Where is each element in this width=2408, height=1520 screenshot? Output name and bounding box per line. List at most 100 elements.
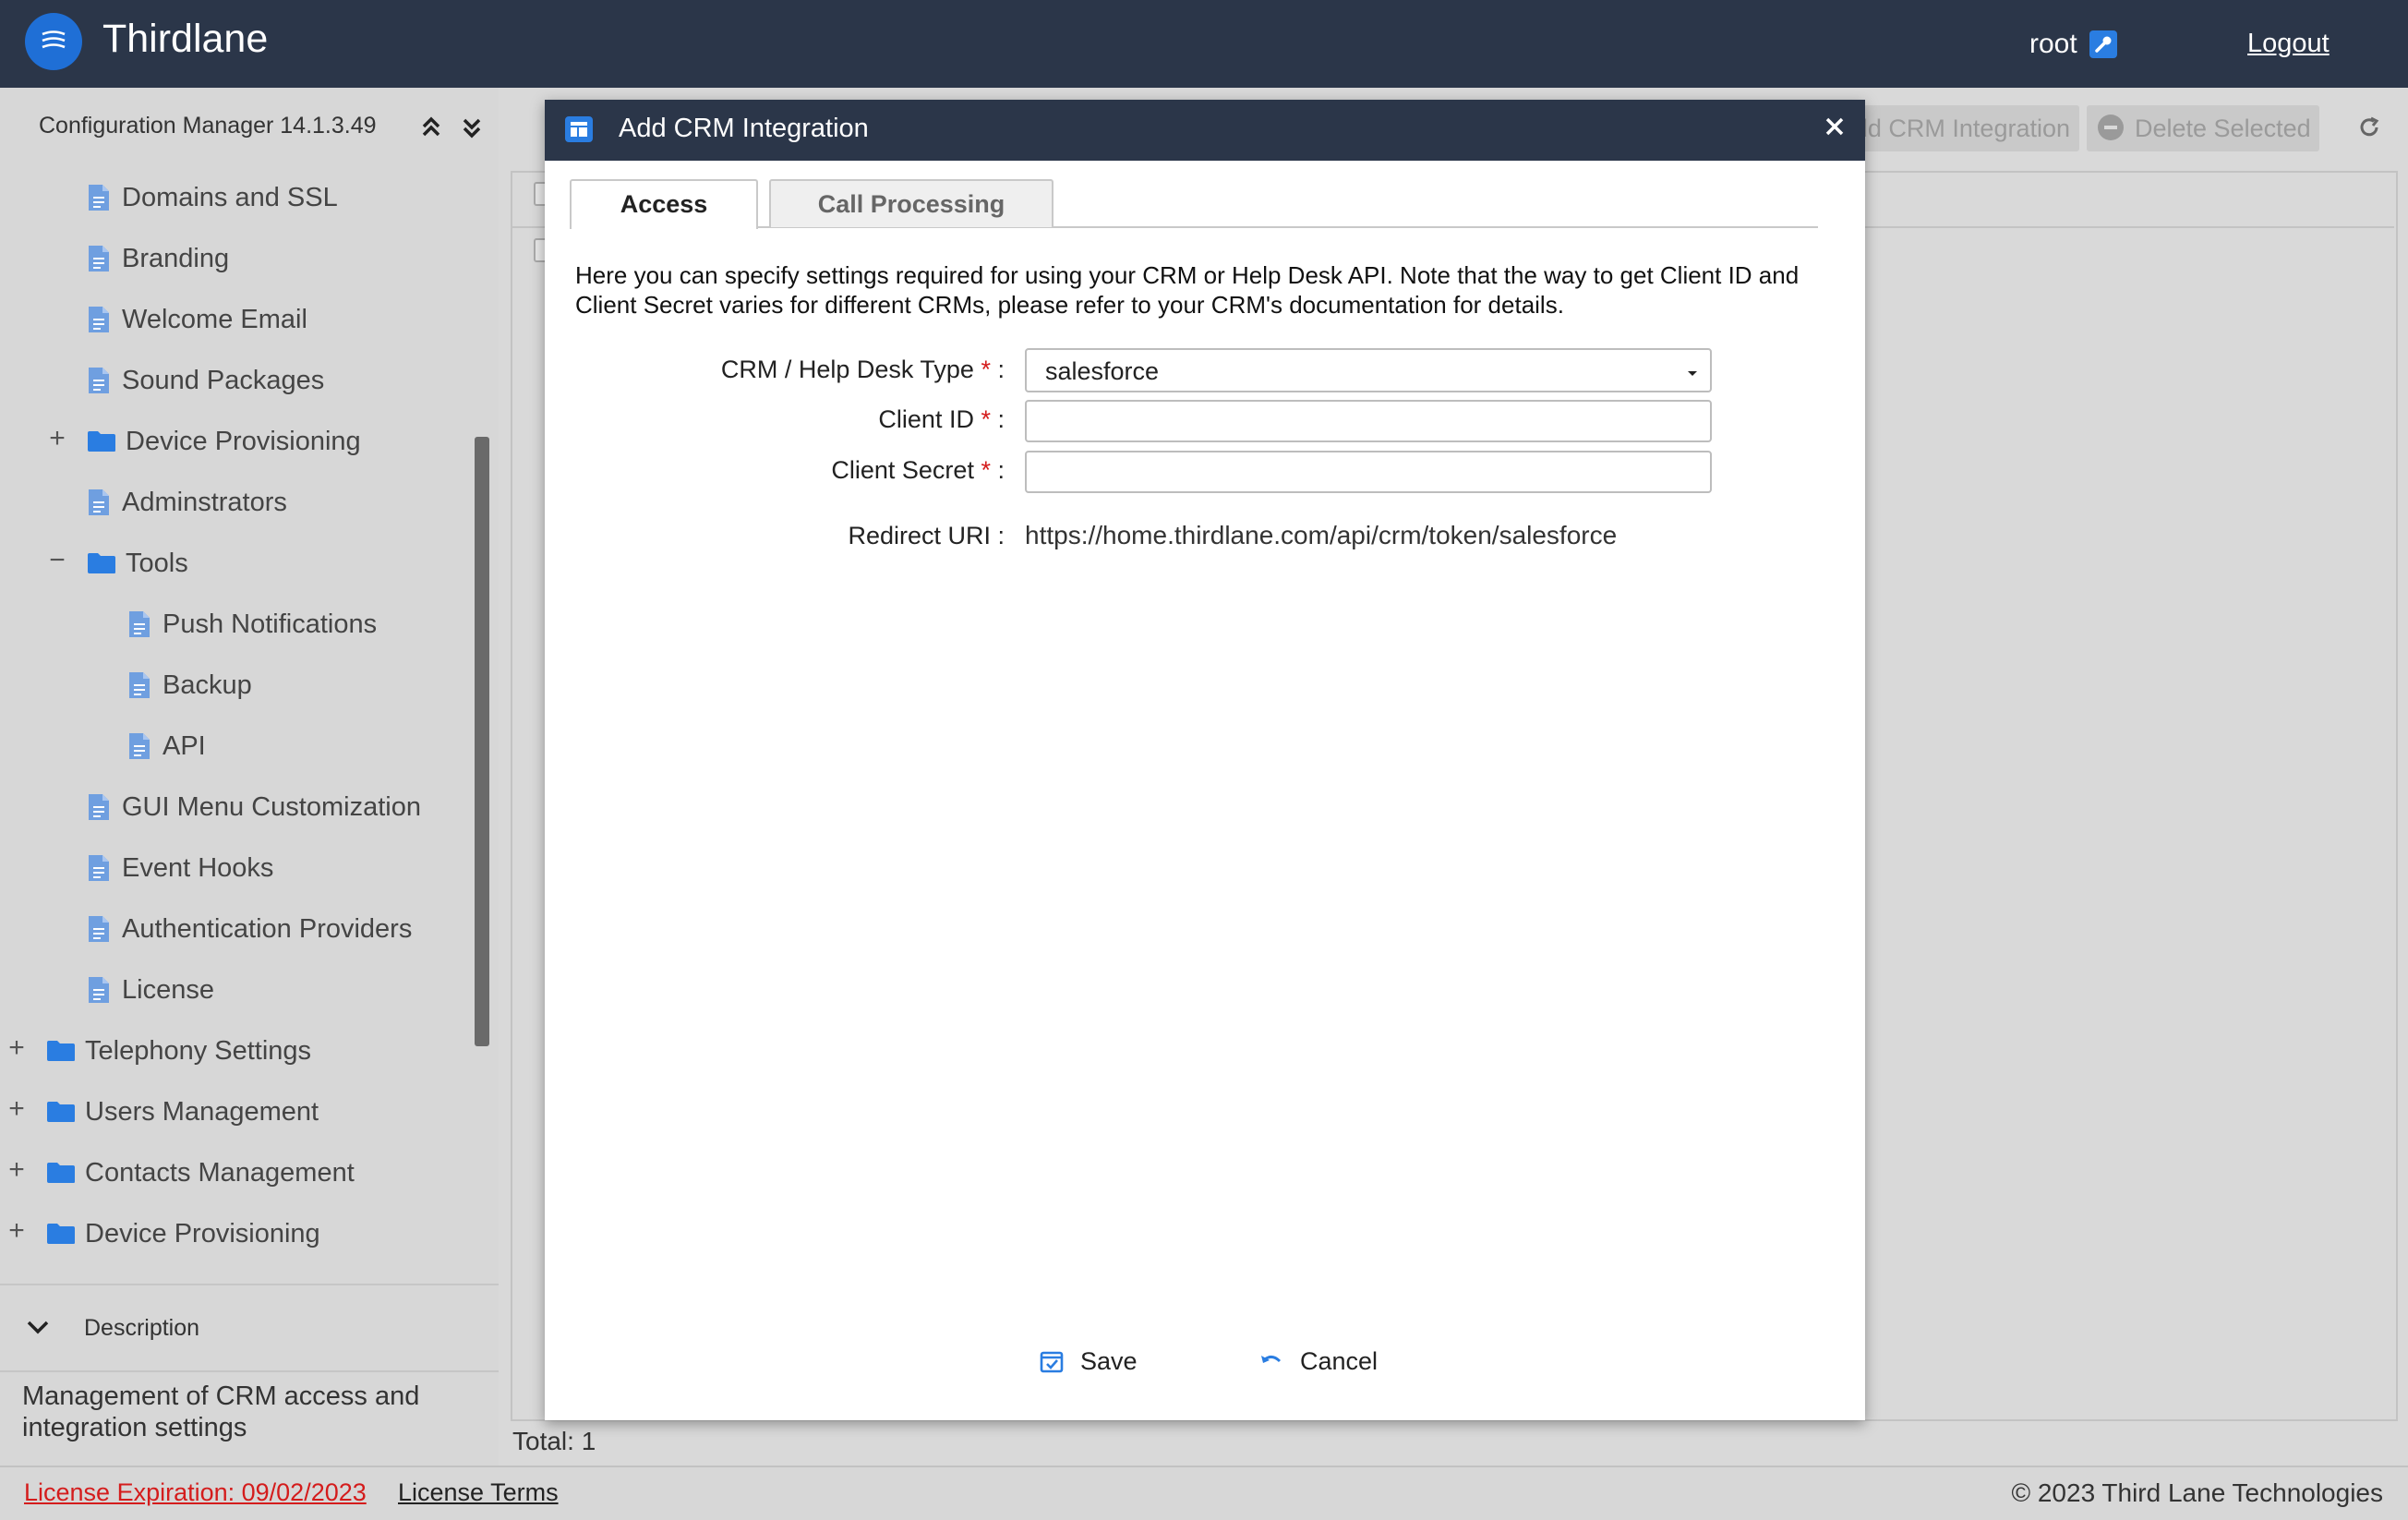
sidebar-item-label: Push Notifications (163, 609, 378, 639)
copyright-text: © 2023 Third Lane Technologies (2011, 1478, 2383, 1507)
collapse-all-icon[interactable] (417, 114, 445, 141)
client-secret-label: Client Secret * : (524, 456, 1005, 485)
add-crm-integration-dialog: Add CRM Integration Access Call Processi… (545, 100, 1865, 1420)
client-secret-input[interactable] (1025, 451, 1712, 493)
cancel-button[interactable]: Cancel (1258, 1341, 1378, 1381)
document-icon (127, 610, 163, 638)
expand-toggle-icon[interactable]: + (6, 1217, 28, 1245)
logout-link[interactable]: Logout (2247, 29, 2330, 59)
document-icon (127, 671, 163, 699)
sidebar-item-device-provisioning[interactable]: Device Provisioning (87, 418, 361, 464)
document-icon (87, 489, 122, 516)
folder-icon (46, 1101, 85, 1123)
document-icon (87, 367, 122, 394)
expand-toggle-icon[interactable]: + (46, 425, 68, 452)
document-icon (87, 306, 122, 333)
sidebar-item-push-notifications[interactable]: Push Notifications (127, 601, 377, 647)
tab-call-processing[interactable]: Call Processing (769, 179, 1054, 227)
admin-key-icon[interactable] (2089, 30, 2117, 58)
license-expiration-link[interactable]: License Expiration: 09/02/2023 (24, 1478, 367, 1507)
client-id-label: Client ID * : (524, 405, 1005, 434)
folder-icon (87, 430, 126, 452)
sidebar-item-branding[interactable]: Branding (87, 235, 229, 282)
dialog-header[interactable]: Add CRM Integration (545, 100, 1865, 161)
description-label: Description (84, 1315, 200, 1341)
client-secret-label-text: Client Secret (831, 456, 974, 484)
tab-access[interactable]: Access (570, 179, 758, 229)
add-button-label: Add CRM Integration (1836, 115, 2070, 142)
sidebar-item-welcome-email[interactable]: Welcome Email (87, 296, 307, 343)
document-icon (87, 976, 122, 1004)
sidebar-item-tools[interactable]: Tools (87, 540, 188, 586)
license-terms-link[interactable]: License Terms (398, 1478, 559, 1507)
expand-toggle-icon[interactable]: + (6, 1156, 28, 1184)
intro-text: Here you can specify settings required f… (575, 261, 1800, 319)
current-user: root (2029, 29, 2077, 59)
delete-selected-button[interactable]: Delete Selected (2087, 105, 2319, 151)
folder-icon (87, 552, 126, 574)
sidebar-item-backup[interactable]: Backup (127, 662, 252, 708)
client-id-input[interactable] (1025, 400, 1712, 442)
sidebar-item-event-hooks[interactable]: Event Hooks (87, 845, 273, 891)
chevron-down-icon (1688, 371, 1697, 376)
label-suffix: : (990, 356, 1005, 383)
sidebar-item-telephony-settings[interactable]: Telephony Settings (46, 1028, 311, 1074)
folder-icon (46, 1040, 85, 1062)
sidebar-item-label: Welcome Email (122, 304, 307, 334)
sidebar-item-label: Authentication Providers (122, 913, 413, 944)
document-icon (87, 854, 122, 882)
chevron-down-icon[interactable] (26, 1319, 50, 1335)
folder-icon (46, 1223, 85, 1245)
sidebar-item-authentication-providers[interactable]: Authentication Providers (87, 906, 412, 952)
app-name: Thirdlane (102, 17, 269, 61)
dialog-title: Add CRM Integration (619, 114, 869, 143)
label-suffix: : (990, 405, 1005, 433)
expand-toggle-icon[interactable]: + (6, 1095, 28, 1123)
sidebar-item-users-management[interactable]: Users Management (46, 1089, 319, 1135)
sidebar-item-adminstrators[interactable]: Adminstrators (87, 479, 287, 525)
document-icon (87, 184, 122, 211)
required-mark: * (981, 405, 991, 433)
description-text: Management of CRM access and integration… (22, 1381, 420, 1442)
add-crm-integration-button[interactable]: Add CRM Integration (1828, 105, 2079, 151)
navigation-tree: Domains and SSL Branding Welcome Email Soun… (0, 167, 465, 1285)
redirect-uri-value: https://home.thirdlane.com/api/crm/token… (1025, 521, 1618, 549)
sidebar-item-label: Telephony Settings (85, 1035, 312, 1066)
sidebar-item-label: Backup (163, 670, 252, 700)
document-icon (87, 915, 122, 943)
redirect-uri-label: Redirect URI : (848, 522, 1005, 549)
sidebar-item-sound-packages[interactable]: Sound Packages (87, 357, 324, 404)
close-icon[interactable] (1822, 114, 1848, 139)
sidebar-item-license[interactable]: License (87, 967, 214, 1013)
sidebar-item-label: Domains and SSL (122, 182, 338, 212)
thirdlane-logo-icon (25, 13, 82, 70)
sidebar-item-domains-and-ssl[interactable]: Domains and SSL (87, 175, 338, 221)
save-button[interactable]: Save (1040, 1341, 1138, 1381)
document-icon (127, 732, 163, 760)
top-header: Thirdlane root Logout (0, 0, 2408, 88)
refresh-icon[interactable] (2356, 115, 2382, 140)
document-icon (87, 793, 122, 821)
description-header[interactable]: Description (0, 1284, 499, 1372)
sidebar-item-label: API (163, 730, 206, 761)
expand-all-icon[interactable] (458, 114, 486, 141)
folder-icon (46, 1162, 85, 1184)
sidebar-item-label: Sound Packages (122, 365, 325, 395)
minus-circle-icon (2098, 114, 2124, 140)
sidebar-item-label: Device Provisioning (85, 1218, 320, 1249)
sidebar-item-contacts-management[interactable]: Contacts Management (46, 1150, 355, 1196)
sidebar-item-gui-menu-customization[interactable]: GUI Menu Customization (87, 784, 421, 830)
total-count: Total: 1 (512, 1427, 596, 1455)
sidebar-item-api[interactable]: API (127, 723, 206, 769)
sidebar-item-routing[interactable]: Routing (46, 1272, 177, 1285)
crm-type-select[interactable]: salesforce (1025, 348, 1712, 392)
required-mark: * (981, 456, 991, 484)
collapse-toggle-icon[interactable]: − (46, 547, 68, 574)
sidebar-item-label: License (122, 974, 214, 1005)
save-label: Save (1080, 1346, 1138, 1375)
sidebar-item-device-provisioning[interactable]: Device Provisioning (46, 1211, 320, 1257)
expand-toggle-icon[interactable]: + (6, 1034, 28, 1062)
sidebar-item-label: Event Hooks (122, 852, 274, 883)
sidebar-item-label: Users Management (85, 1096, 319, 1127)
sidebar-scrollbar[interactable] (475, 437, 489, 1046)
